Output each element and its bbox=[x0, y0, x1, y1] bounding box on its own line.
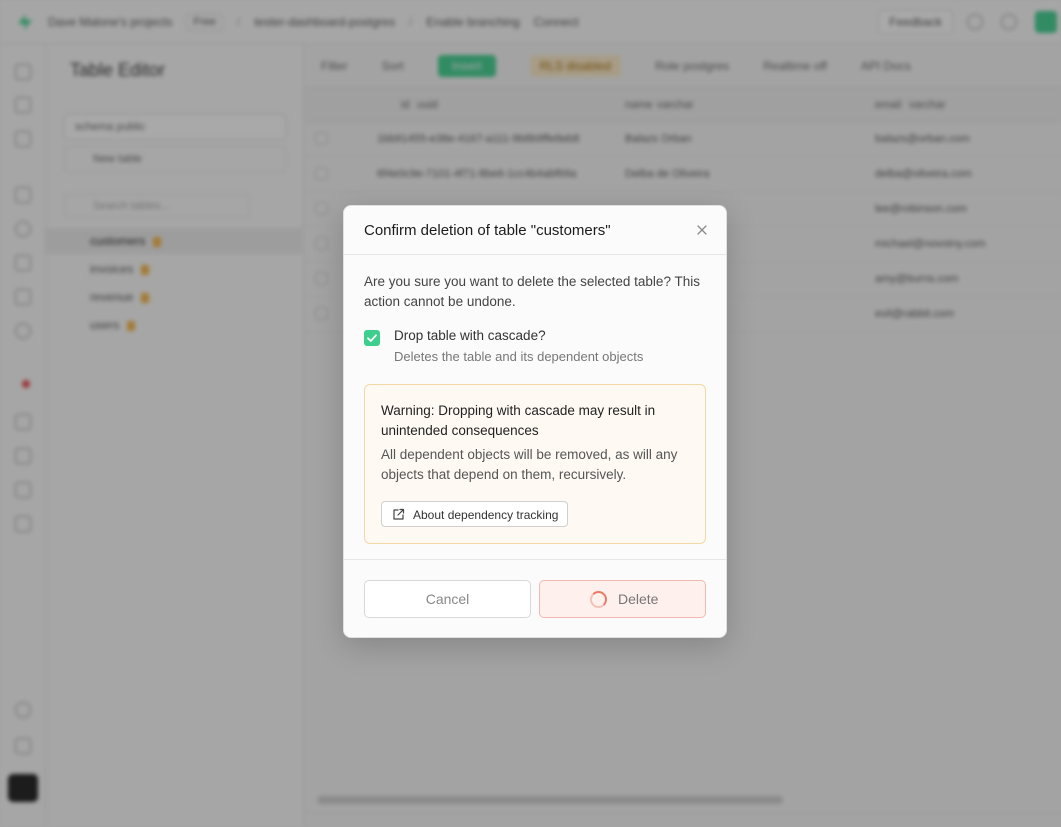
cascade-checkbox[interactable] bbox=[364, 330, 380, 346]
warning-title: Warning: Dropping with cascade may resul… bbox=[381, 403, 656, 438]
delete-button[interactable]: Delete bbox=[539, 580, 706, 618]
loading-spinner-icon bbox=[590, 591, 607, 608]
external-link-icon bbox=[393, 508, 405, 520]
dependency-tracking-label: About dependency tracking bbox=[413, 508, 559, 522]
cascade-label[interactable]: Drop table with cascade? bbox=[394, 328, 546, 343]
confirm-question: Are you sure you want to delete the sele… bbox=[364, 274, 700, 309]
cancel-button[interactable]: Cancel bbox=[364, 580, 531, 618]
warning-body: All dependent objects will be removed, a… bbox=[381, 447, 678, 482]
close-icon[interactable] bbox=[694, 222, 710, 238]
cascade-description: Deletes the table and its dependent obje… bbox=[394, 349, 644, 364]
confirm-delete-dialog: Confirm deletion of table "customers" Ar… bbox=[343, 205, 727, 638]
delete-label: Delete bbox=[618, 591, 659, 607]
dialog-header: Confirm deletion of table "customers" bbox=[344, 206, 726, 255]
cascade-warning-callout: Warning: Dropping with cascade may resul… bbox=[364, 384, 706, 544]
dialog-footer: Cancel Delete bbox=[344, 559, 726, 637]
dialog-title: Confirm deletion of table "customers" bbox=[364, 222, 611, 239]
dependency-tracking-link[interactable]: About dependency tracking bbox=[381, 501, 569, 527]
check-icon bbox=[367, 334, 377, 342]
